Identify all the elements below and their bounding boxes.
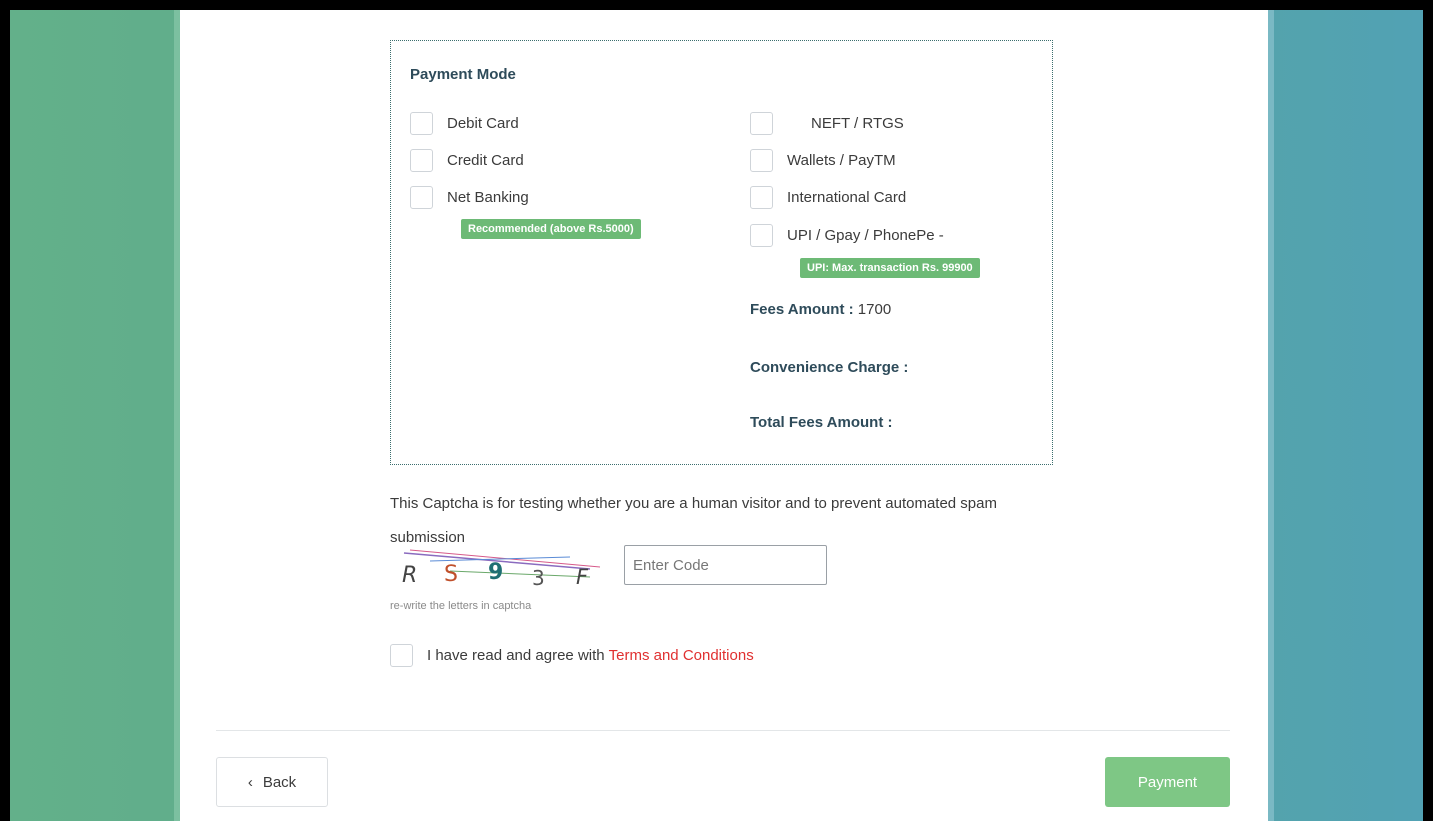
payment-mode-box: Payment Mode Debit Card Credit Card Net …	[390, 40, 1053, 465]
fees-amount-row: Fees Amount : 1700	[750, 301, 891, 318]
captcha-letter: S	[444, 562, 458, 587]
terms-agreement-text: I have read and agree with	[427, 647, 605, 664]
captcha-letter: 3	[532, 566, 545, 589]
debit-card-checkbox[interactable]	[410, 112, 433, 135]
wallets-label: Wallets / PayTM	[787, 152, 896, 169]
fees-amount-value: 1700	[853, 301, 892, 318]
option-net-banking[interactable]: Net Banking	[410, 186, 529, 209]
footer-divider	[216, 730, 1230, 731]
credit-card-checkbox[interactable]	[410, 149, 433, 172]
neft-rtgs-label: NEFT / RTGS	[811, 115, 904, 132]
captcha-image: R S 9 3 F	[402, 549, 601, 589]
total-fees-row: Total Fees Amount :	[750, 414, 893, 431]
captcha-letter: F	[576, 565, 589, 589]
payment-mode-title: Payment Mode	[410, 66, 516, 83]
international-card-checkbox[interactable]	[750, 186, 773, 209]
captcha-hint: re-write the letters in captcha	[390, 600, 532, 612]
terms-checkbox[interactable]	[390, 644, 413, 667]
back-button[interactable]: ‹ Back	[216, 757, 328, 807]
page-background: Payment Mode Debit Card Credit Card Net …	[10, 10, 1423, 821]
payment-button[interactable]: Payment	[1105, 757, 1230, 807]
upi-limit-badge: UPI: Max. transaction Rs. 99900	[800, 258, 980, 278]
convenience-charge-label: Convenience Charge :	[750, 359, 909, 376]
terms-agreement: I have read and agree with Terms and Con…	[390, 644, 754, 667]
terms-and-conditions-link[interactable]: Terms and Conditions	[609, 647, 754, 664]
captcha-noise-line	[449, 570, 591, 578]
convenience-charge-row: Convenience Charge :	[750, 359, 908, 376]
credit-card-label: Credit Card	[447, 152, 524, 169]
neft-rtgs-checkbox[interactable]	[750, 112, 773, 135]
net-banking-recommended-badge: Recommended (above Rs.5000)	[461, 219, 641, 239]
upi-checkbox[interactable]	[750, 224, 773, 247]
net-banking-checkbox[interactable]	[410, 186, 433, 209]
captcha-letter: R	[402, 563, 417, 588]
back-button-label: Back	[262, 773, 297, 791]
option-wallets-paytm[interactable]: Wallets / PayTM	[750, 149, 896, 172]
form-panel: Payment Mode Debit Card Credit Card Net …	[174, 10, 1274, 821]
fees-amount-label: Fees Amount :	[750, 301, 854, 318]
option-international-card[interactable]: International Card	[750, 186, 906, 209]
wallets-checkbox[interactable]	[750, 149, 773, 172]
option-neft-rtgs[interactable]: NEFT / RTGS	[750, 112, 904, 135]
option-credit-card[interactable]: Credit Card	[410, 149, 524, 172]
international-card-label: International Card	[787, 189, 907, 206]
captcha-letter: 9	[488, 560, 503, 585]
total-fees-label: Total Fees Amount :	[750, 414, 893, 431]
option-upi[interactable]: UPI / Gpay / PhonePe -	[750, 224, 944, 247]
debit-card-label: Debit Card	[447, 115, 519, 132]
option-debit-card[interactable]: Debit Card	[410, 112, 519, 135]
chevron-left-icon: ‹	[247, 773, 253, 791]
upi-label: UPI / Gpay / PhonePe -	[787, 227, 944, 244]
net-banking-label: Net Banking	[447, 189, 529, 206]
captcha-code-input[interactable]	[624, 545, 827, 585]
